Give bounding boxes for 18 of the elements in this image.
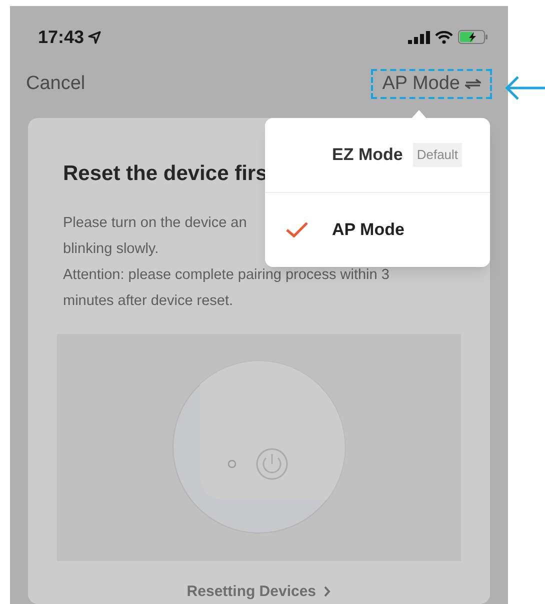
status-time: 17:43 xyxy=(38,26,84,48)
signal-icon xyxy=(408,30,430,44)
annotation-arrow xyxy=(505,74,545,102)
checkmark-icon xyxy=(285,220,309,238)
instruction-text: minutes after device reset. xyxy=(63,292,234,310)
battery-charging-icon xyxy=(458,30,488,44)
instruction-text: blinking slowly. xyxy=(63,240,159,258)
instruction-text: Attention: please complete pairing process within 3 xyxy=(63,266,390,284)
swap-icon xyxy=(465,79,481,89)
location-arrow-icon xyxy=(88,30,102,44)
mode-switch-button[interactable]: AP Mode xyxy=(371,69,492,99)
wifi-icon xyxy=(435,30,453,44)
mode-option[interactable]: AP Mode xyxy=(265,192,490,266)
cancel-button[interactable]: Cancel xyxy=(26,70,86,98)
default-badge: Default xyxy=(412,143,462,167)
chevron-right-icon xyxy=(323,586,332,596)
resetting-devices-link[interactable]: Resetting Devices xyxy=(186,580,332,603)
instruction-text: Please turn on the device an xyxy=(63,214,247,232)
